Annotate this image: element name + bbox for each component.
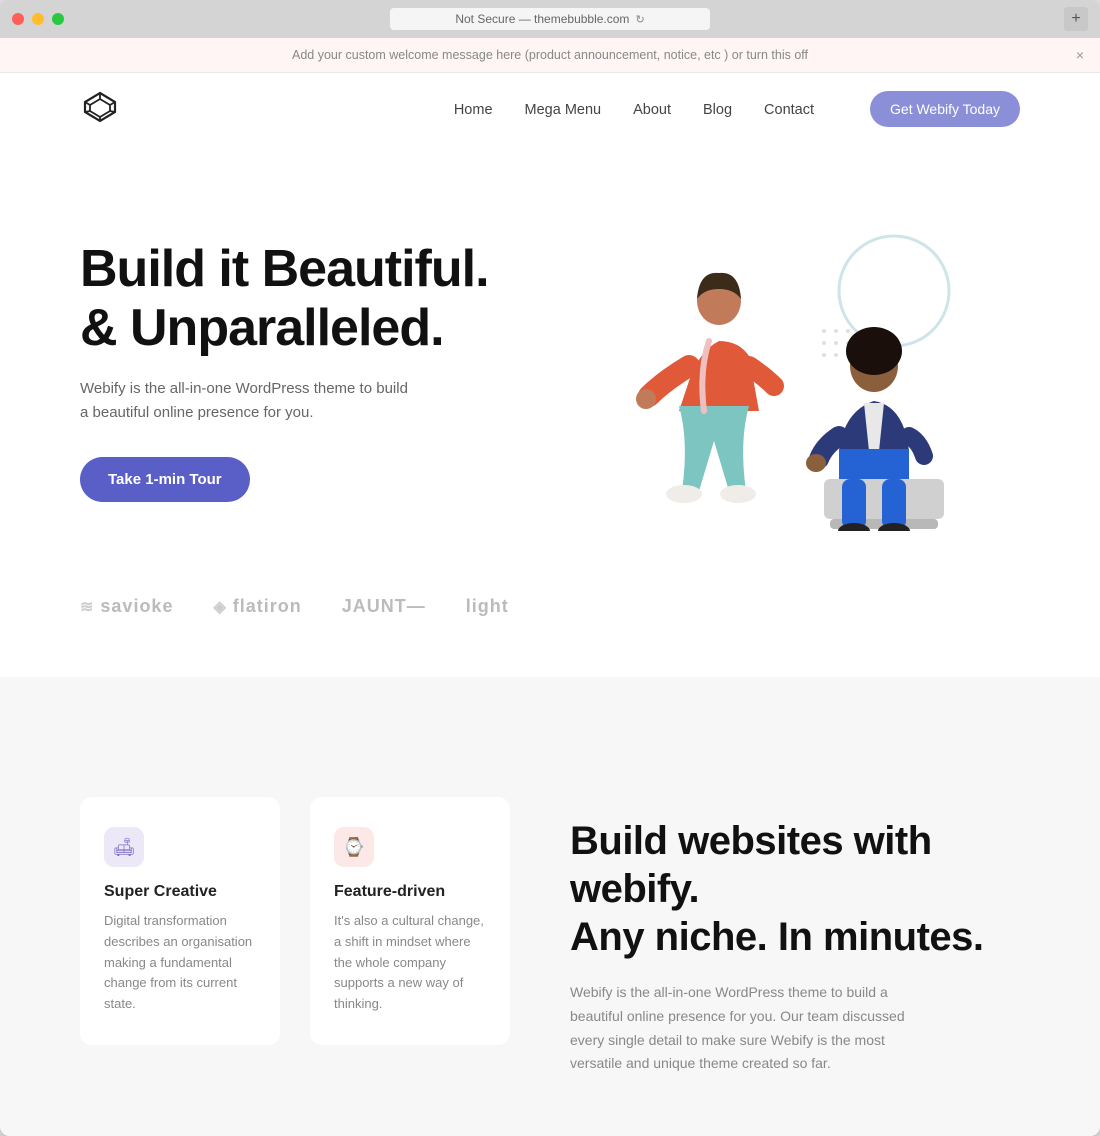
hero-illustration: [489, 211, 1020, 531]
features-heading-line1: Build websites with webify.: [570, 819, 932, 911]
features-heading: Build websites with webify. Any niche. I…: [570, 817, 1020, 961]
nav-link-blog[interactable]: Blog: [703, 102, 732, 118]
super-creative-desc: Digital transformation describes an orga…: [104, 911, 256, 1015]
super-creative-icon: 🛋: [104, 827, 144, 867]
nav-item-about[interactable]: About: [633, 101, 671, 119]
nav-link-contact[interactable]: Contact: [764, 102, 814, 118]
close-button[interactable]: [12, 13, 24, 25]
hero-content: Build it Beautiful. & Unparalleled. Webi…: [80, 240, 489, 501]
nav-link-mega-menu[interactable]: Mega Menu: [525, 102, 602, 118]
hero-title-line1: Build it Beautiful.: [80, 240, 489, 298]
flatiron-label: flatiron: [233, 596, 302, 617]
address-bar[interactable]: Not Secure — themebubble.com ↻: [390, 8, 710, 30]
brand-logos: ≋ savioke ◈ flatiron JAUNT— light: [0, 576, 1100, 677]
feature-driven-desc: It's also a cultural change, a shift in …: [334, 911, 486, 1015]
navbar: Home Mega Menu About Blog Contact Get We…: [0, 73, 1100, 146]
jaunt-label: JAUNT—: [342, 596, 426, 617]
website-content: Add your custom welcome message here (pr…: [0, 38, 1100, 1136]
nav-link-home[interactable]: Home: [454, 102, 493, 118]
feature-card-super-creative: 🛋 Super Creative Digital transformation …: [80, 797, 280, 1045]
savioke-label: savioke: [100, 596, 173, 617]
super-creative-title: Super Creative: [104, 883, 256, 901]
notice-text: Add your custom welcome message here (pr…: [292, 48, 808, 62]
feature-driven-title: Feature-driven: [334, 883, 486, 901]
site-logo[interactable]: [80, 91, 120, 128]
features-body: Webify is the all-in-one WordPress theme…: [570, 981, 930, 1076]
minimize-button[interactable]: [32, 13, 44, 25]
feature-card-feature-driven: ⌚ Feature-driven It's also a cultural ch…: [310, 797, 510, 1045]
hero-section: Build it Beautiful. & Unparalleled. Webi…: [0, 146, 1100, 576]
nav-links: Home Mega Menu About Blog Contact Get We…: [454, 101, 1020, 119]
nav-cta-button[interactable]: Get Webify Today: [870, 91, 1020, 127]
hero-subtitle: Webify is the all-in-one WordPress theme…: [80, 377, 420, 425]
maximize-button[interactable]: [52, 13, 64, 25]
browser-titlebar: Not Secure — themebubble.com ↻ +: [0, 0, 1100, 38]
brand-logo-flatiron: ◈ flatiron: [213, 596, 301, 617]
brand-logo-savioke: ≋ savioke: [80, 596, 173, 617]
feature-driven-icon: ⌚: [334, 827, 374, 867]
nav-item-home[interactable]: Home: [454, 101, 493, 119]
flatiron-icon: ◈: [213, 597, 226, 617]
brand-logo-jaunt: JAUNT—: [342, 596, 426, 617]
brand-logo-light: light: [466, 596, 509, 617]
notice-bar: Add your custom welcome message here (pr…: [0, 38, 1100, 73]
hero-illustration-svg: [534, 211, 974, 531]
features-section: 🛋 Super Creative Digital transformation …: [0, 757, 1100, 1136]
nav-item-blog[interactable]: Blog: [703, 101, 732, 119]
new-tab-button[interactable]: +: [1064, 7, 1088, 31]
browser-window: Not Secure — themebubble.com ↻ + Add you…: [0, 0, 1100, 1136]
nav-link-about[interactable]: About: [633, 102, 671, 118]
light-label: light: [466, 596, 509, 617]
hero-title: Build it Beautiful. & Unparalleled.: [80, 240, 489, 356]
hero-title-line2: & Unparalleled.: [80, 299, 444, 357]
section-divider: [0, 677, 1100, 757]
reload-icon[interactable]: ↻: [635, 13, 644, 26]
logo-svg: [80, 91, 120, 123]
features-heading-line2: Any niche. In minutes.: [570, 915, 984, 959]
address-text: Not Secure — themebubble.com: [455, 12, 629, 26]
nav-item-mega-menu[interactable]: Mega Menu: [525, 101, 602, 119]
hero-cta-button[interactable]: Take 1-min Tour: [80, 457, 250, 502]
nav-item-contact[interactable]: Contact: [764, 101, 814, 119]
nav-cta-item[interactable]: Get Webify Today: [846, 101, 1020, 119]
notice-close-button[interactable]: ×: [1076, 47, 1084, 63]
savioke-icon: ≋: [80, 597, 94, 617]
features-text-block: Build websites with webify. Any niche. I…: [540, 797, 1020, 1076]
